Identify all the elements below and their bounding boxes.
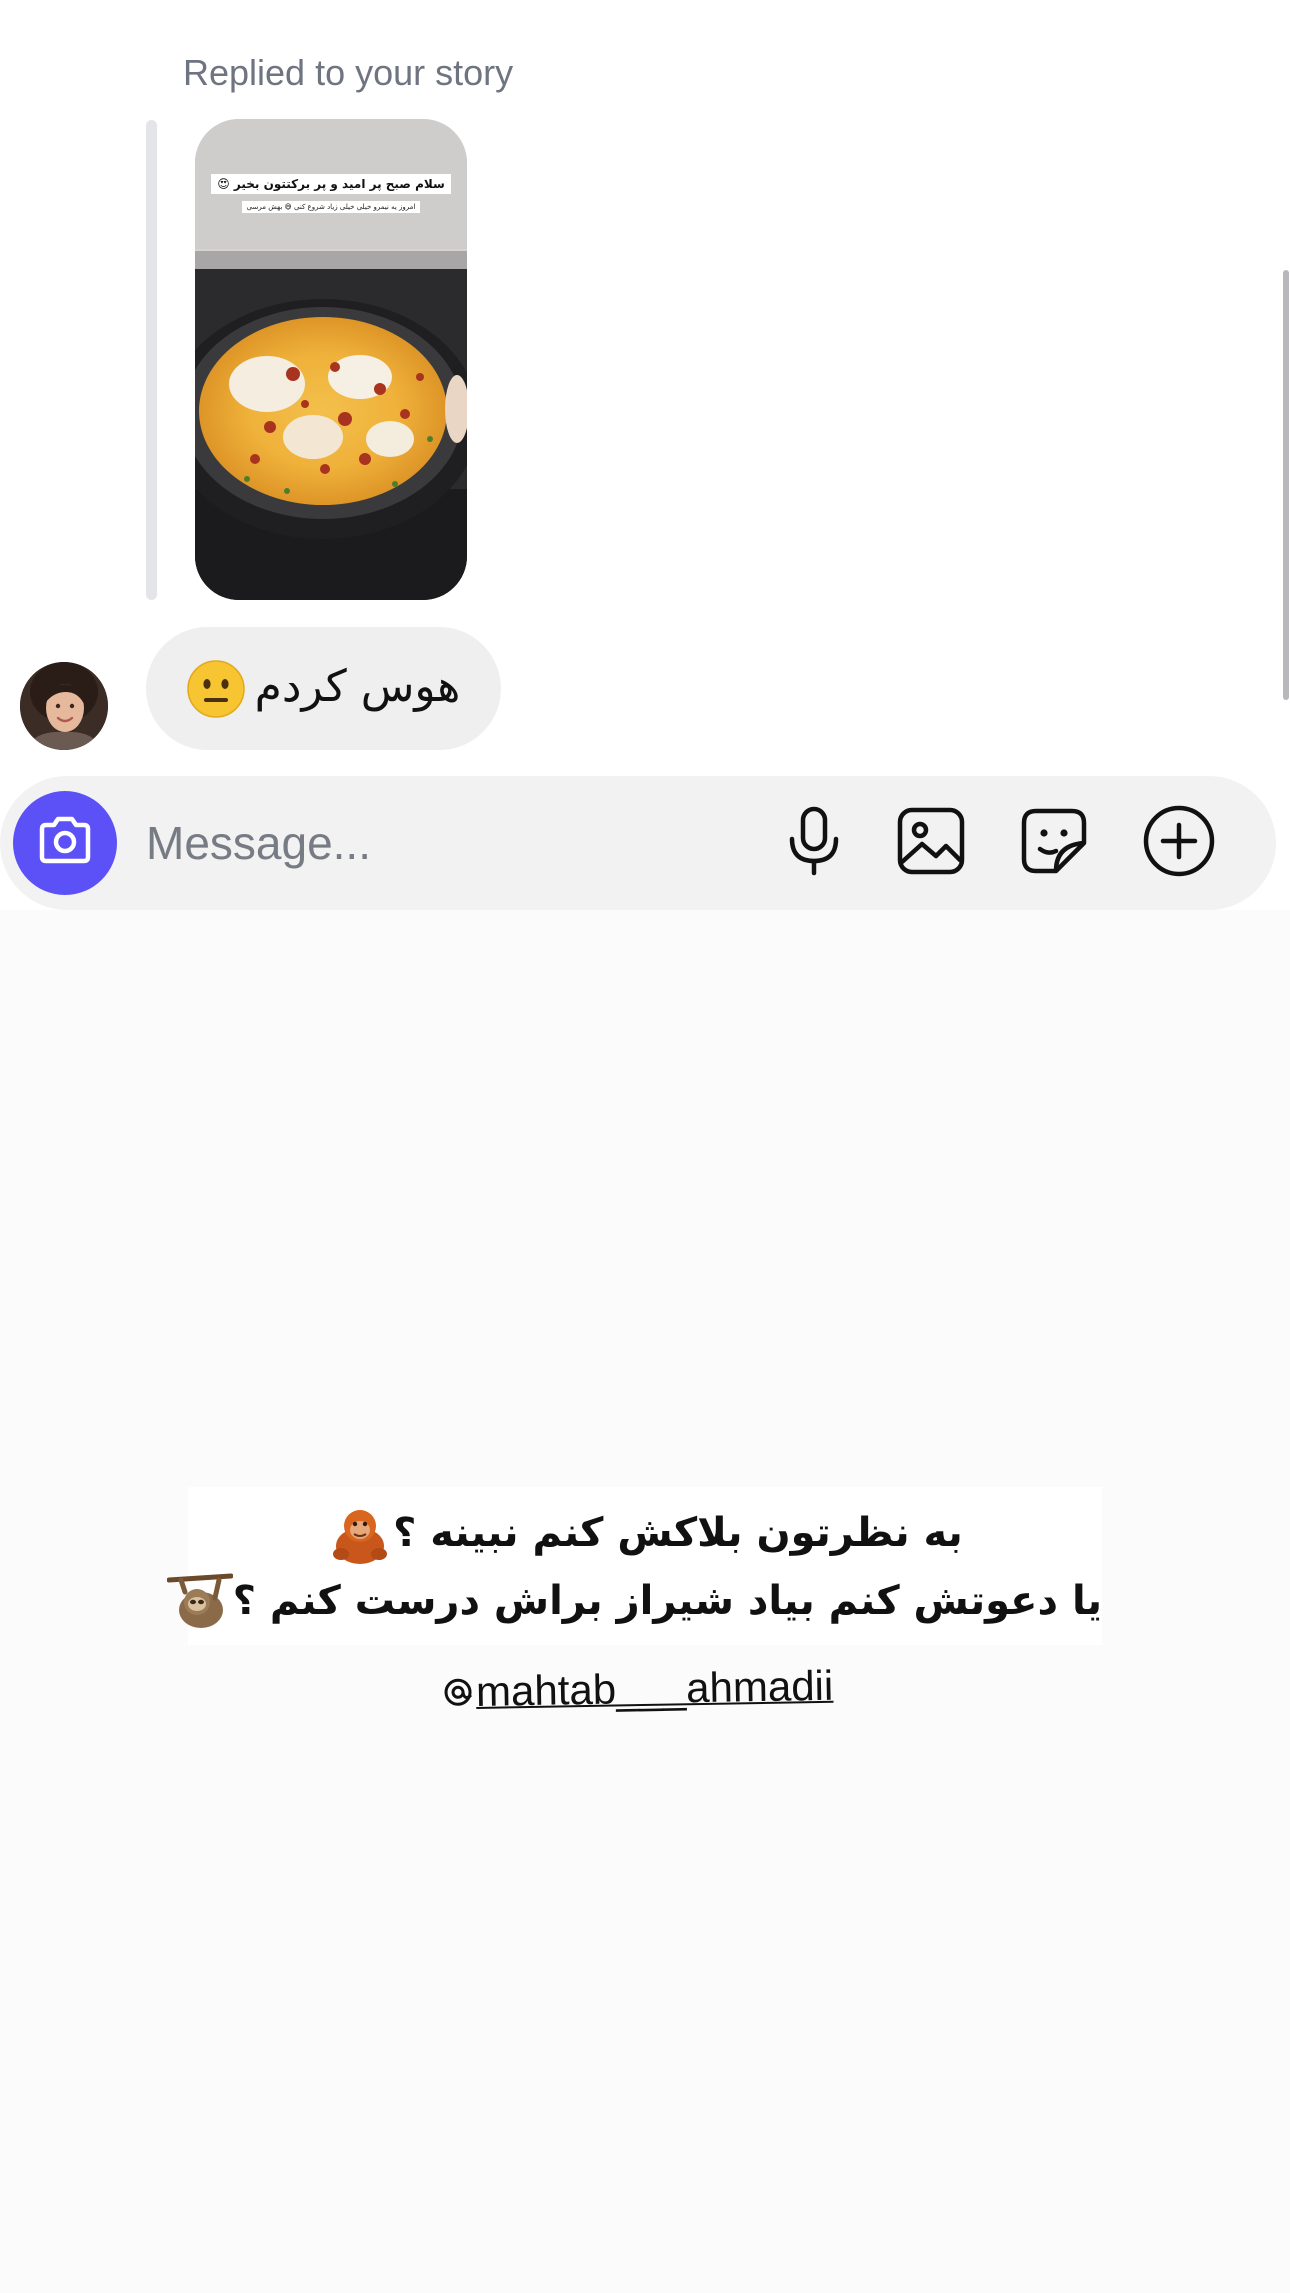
story-caption: سلام صبح پر امید و پر برکتتون بخیر 😍 امر… xyxy=(211,173,451,213)
mention-username[interactable]: mahtab___ahmadii xyxy=(476,1662,834,1716)
orangutan-emoji-icon xyxy=(327,1502,393,1568)
gallery-button[interactable] xyxy=(891,803,971,883)
gallery-icon xyxy=(896,806,966,880)
message-composer xyxy=(0,776,1276,910)
voice-button[interactable] xyxy=(774,803,854,883)
chat-pane: Replied to your story سلام صبح پر امید و… xyxy=(0,0,1290,910)
overlay-line-1: به نظرتون بلاکش کنم نبینه ؟ xyxy=(188,1500,1102,1568)
add-icon xyxy=(1142,804,1216,882)
sticker-button[interactable] xyxy=(1014,803,1094,883)
mention-sticker[interactable]: mahtab___ahmadii xyxy=(440,1661,851,1716)
neutral-face-emoji-icon xyxy=(186,659,245,718)
microphone-icon xyxy=(784,805,844,881)
message-input[interactable] xyxy=(146,810,746,876)
story-overlay-text: به نظرتون بلاکش کنم نبینه ؟ یا دعوتش کنم… xyxy=(166,1500,1102,1636)
camera-icon xyxy=(36,815,94,871)
avatar[interactable] xyxy=(20,662,108,750)
sticker-icon xyxy=(1018,805,1090,881)
reply-context-label: Replied to your story xyxy=(183,52,514,93)
message-text: هوس کردم xyxy=(186,659,460,718)
story-preview-thumbnail[interactable]: سلام صبح پر امید و پر برکتتون بخیر 😍 امر… xyxy=(195,119,467,600)
scrollbar[interactable] xyxy=(1283,270,1289,700)
story-caption-line-1: سلام صبح پر امید و پر برکتتون بخیر 😍 xyxy=(211,174,451,194)
more-button[interactable] xyxy=(1139,803,1219,883)
overlay-line-2: یا دعوتش کنم بیاد شیراز براش درست کنم ؟ xyxy=(166,1568,1102,1636)
sloth-emoji-icon xyxy=(166,1570,234,1636)
story-caption-line-2: امروز یه نیمرو خیلی خیلی زیاد شروع کنی 😅… xyxy=(241,201,421,213)
camera-button[interactable] xyxy=(13,791,117,895)
threads-icon xyxy=(440,1672,477,1713)
reply-quote-bar xyxy=(146,120,157,600)
message-bubble[interactable]: هوس کردم xyxy=(146,627,501,750)
